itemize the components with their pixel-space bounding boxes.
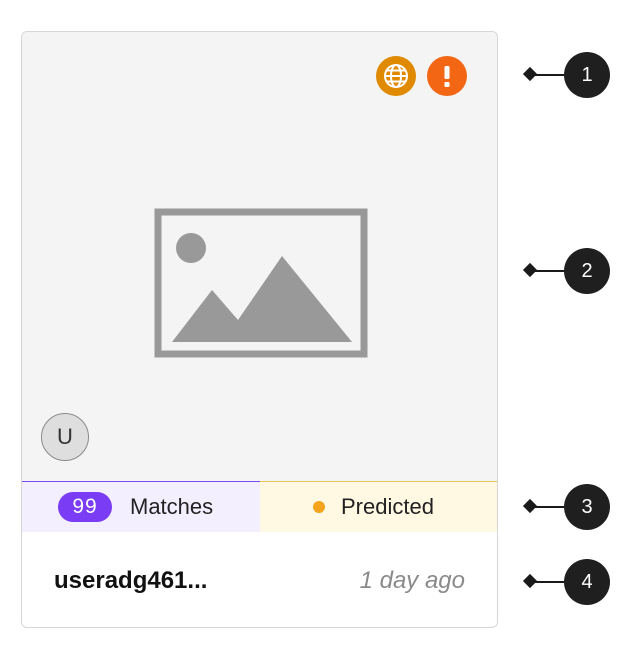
diamond-icon: [522, 262, 538, 278]
matches-label: Matches: [130, 494, 214, 519]
diamond-icon: [522, 498, 538, 514]
callout-1: 1: [520, 52, 630, 98]
matches-count-badge: 99: [58, 492, 112, 522]
stage: U 99 Matches Predicted useradg461... 1 d…: [0, 0, 638, 662]
username[interactable]: useradg461...: [54, 567, 207, 595]
status-dot-icon: [313, 501, 325, 513]
callout-2: 2: [520, 248, 630, 294]
callout-number: 2: [564, 248, 610, 294]
globe-icon[interactable]: [376, 56, 416, 96]
timestamp: 1 day ago: [359, 566, 465, 594]
status-row: 99 Matches Predicted: [22, 481, 497, 532]
callout-number: 3: [564, 484, 610, 530]
avatar-initial: U: [57, 424, 73, 449]
callout-4: 4: [520, 559, 630, 605]
diamond-icon: [522, 573, 538, 589]
asset-card[interactable]: U 99 Matches Predicted useradg461... 1 d…: [21, 31, 498, 628]
image-placeholder-icon: [154, 208, 368, 358]
alert-icon[interactable]: [427, 56, 467, 96]
status-section[interactable]: Predicted: [260, 481, 497, 532]
status-label: Predicted: [341, 494, 434, 519]
card-footer: useradg461... 1 day ago: [22, 532, 497, 627]
matches-section[interactable]: 99 Matches: [22, 481, 260, 532]
avatar[interactable]: U: [41, 413, 89, 461]
callout-number: 4: [564, 559, 610, 605]
callout-number: 1: [564, 52, 610, 98]
callout-3: 3: [520, 484, 630, 530]
card-thumbnail[interactable]: U: [22, 32, 497, 481]
diamond-icon: [522, 66, 538, 82]
